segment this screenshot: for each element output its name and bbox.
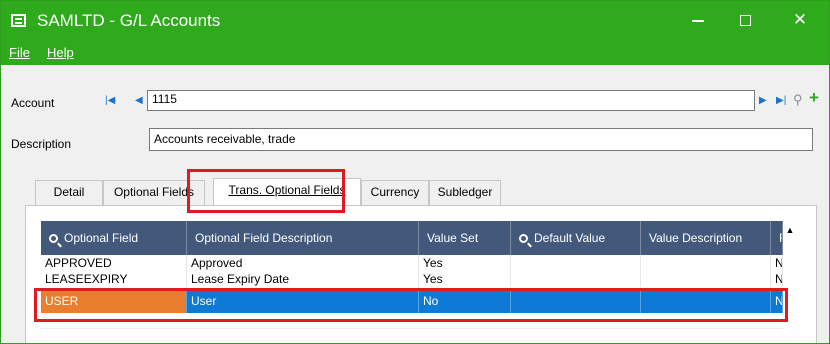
description-label: Description (11, 137, 72, 151)
first-record-icon[interactable]: |◀ (105, 94, 115, 108)
search-icon[interactable] (49, 234, 58, 243)
column-required[interactable]: Require (771, 221, 783, 255)
gl-accounts-window: SAMLTD - G/L Accounts ✕ File Help Accoun… (0, 0, 830, 344)
cell-value-set[interactable]: Yes (419, 255, 511, 271)
add-icon[interactable]: + (809, 89, 819, 107)
optional-fields-grid[interactable]: Optional Field Optional Field Descriptio… (41, 221, 783, 343)
tab-detail[interactable]: Detail (35, 180, 103, 206)
cell-optional-field[interactable]: LEASEEXPIRY (41, 271, 187, 287)
column-default-value-label: Default Value (534, 231, 606, 245)
column-value-description[interactable]: Value Description (641, 221, 771, 255)
column-optional-field[interactable]: Optional Field (41, 221, 187, 255)
cell-optional-field[interactable]: APPROVED (41, 255, 187, 271)
last-record-icon[interactable]: ▶| (776, 94, 786, 108)
table-row[interactable]: LEASEEXPIRY Lease Expiry Date Yes No (41, 271, 783, 287)
cell-value-description[interactable] (641, 271, 771, 287)
cell-default-value[interactable] (511, 271, 641, 287)
column-optional-field-description[interactable]: Optional Field Description (187, 221, 419, 255)
cell-required[interactable]: No (771, 255, 783, 271)
cell-required[interactable]: No (771, 271, 783, 287)
cell-value-set[interactable]: Yes (419, 271, 511, 287)
tab-subledger[interactable]: Subledger (429, 180, 501, 206)
table-row[interactable]: APPROVED Approved Yes No (41, 255, 783, 271)
menu-help[interactable]: Help (47, 45, 74, 60)
account-input[interactable]: 1115 (147, 90, 755, 111)
menu-file[interactable]: File (9, 45, 30, 60)
cell-default-value[interactable] (511, 255, 641, 271)
minimize-icon (692, 19, 704, 22)
tab-currency[interactable]: Currency (361, 180, 429, 206)
window-title: SAMLTD - G/L Accounts (37, 11, 221, 30)
maximize-button[interactable] (722, 1, 768, 41)
account-label: Account (11, 96, 55, 110)
column-value-set[interactable]: Value Set (419, 221, 511, 255)
cell-description[interactable]: Approved (187, 255, 419, 271)
previous-record-icon[interactable]: ◀ (135, 94, 143, 108)
cell-value-description[interactable] (641, 255, 771, 271)
close-button[interactable]: ✕ (777, 1, 823, 41)
scroll-up-icon[interactable]: ▲ (783, 223, 797, 257)
column-optional-field-label: Optional Field (64, 231, 139, 245)
highlight-box-row (34, 288, 788, 322)
grid-header: Optional Field Optional Field Descriptio… (41, 221, 783, 255)
cell-description[interactable]: Lease Expiry Date (187, 271, 419, 287)
highlight-box-tab (187, 169, 345, 213)
minimize-button[interactable] (675, 1, 721, 41)
app-menu-icon[interactable] (11, 14, 26, 27)
menu-bar: File Help (1, 41, 829, 65)
search-icon[interactable] (519, 234, 528, 243)
maximize-icon (739, 15, 751, 27)
column-default-value[interactable]: Default Value (511, 221, 641, 255)
next-record-icon[interactable]: ▶ (759, 94, 767, 108)
description-input[interactable]: Accounts receivable, trade (149, 128, 813, 151)
search-icon[interactable]: ⚲ (793, 92, 803, 108)
title-bar[interactable]: SAMLTD - G/L Accounts ✕ (1, 1, 829, 41)
empty-row[interactable] (41, 329, 783, 343)
